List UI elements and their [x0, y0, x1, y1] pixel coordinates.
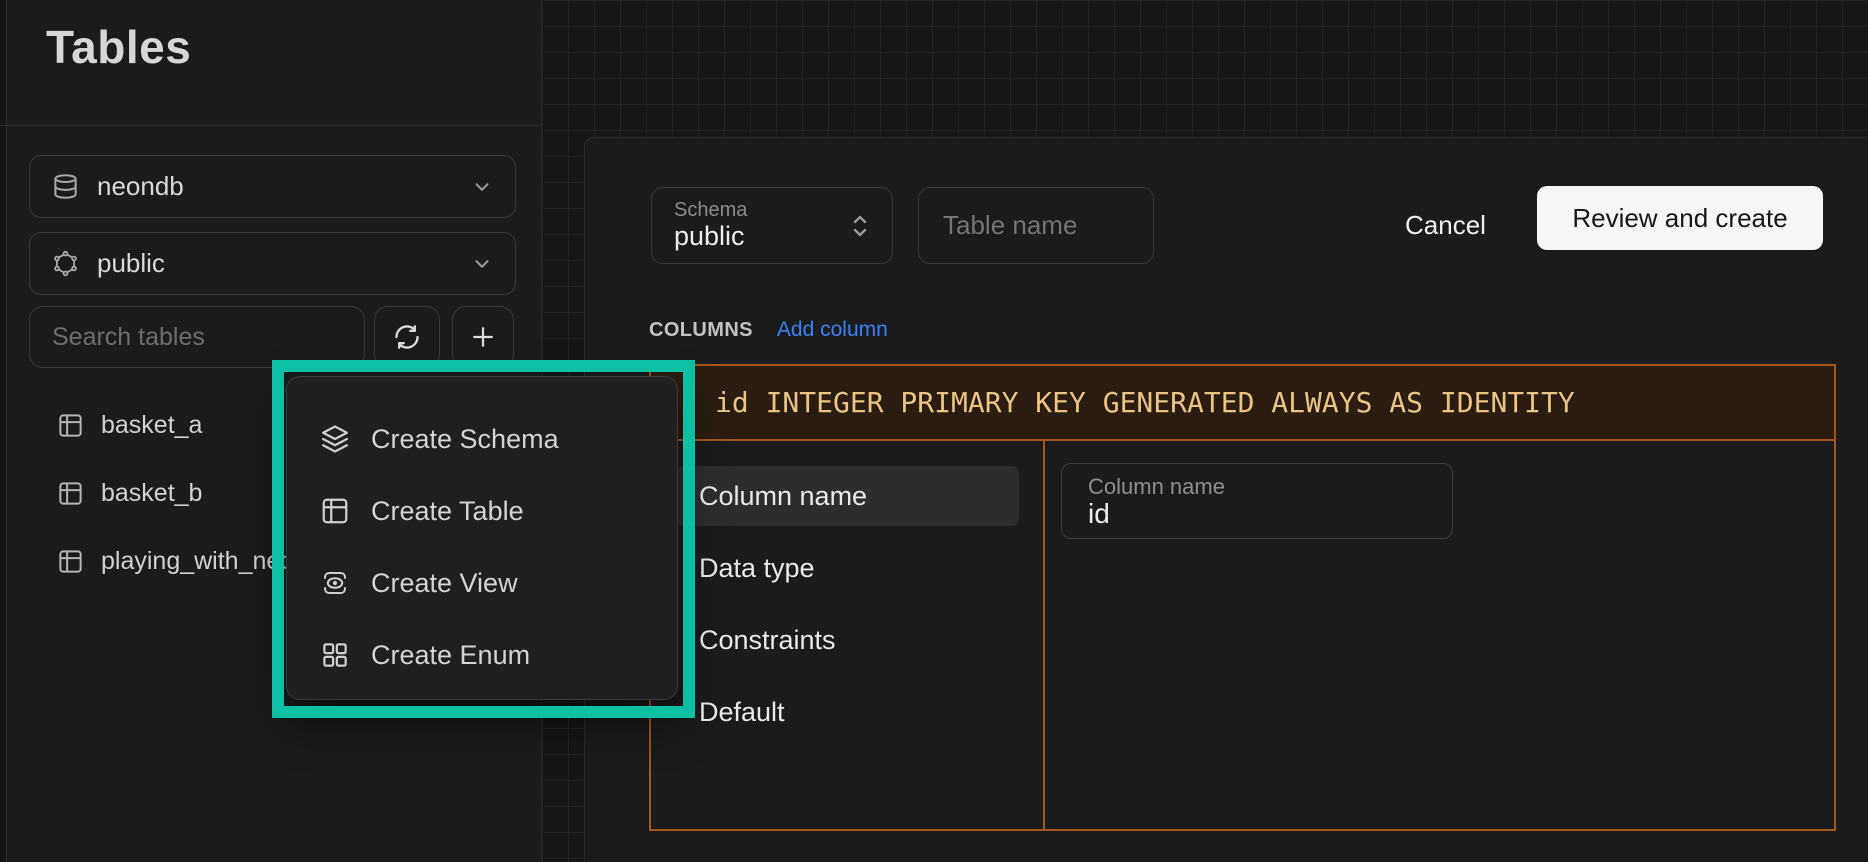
schema-select-value: public [674, 221, 870, 251]
review-and-create-button[interactable]: Review and create [1537, 186, 1823, 250]
database-select[interactable]: neondb [29, 155, 516, 218]
grid-squares-icon [320, 640, 350, 670]
sidebar-divider [0, 125, 541, 126]
schema-icon [52, 250, 79, 277]
column-editor-body: Column name id [1045, 441, 1834, 829]
cancel-button[interactable]: Cancel [1381, 194, 1510, 256]
column-sql-preview-row[interactable]: id INTEGER PRIMARY KEY GENERATED ALWAYS … [651, 366, 1834, 441]
schema-select-label: Schema [674, 199, 870, 221]
menu-item-label: Create Table [371, 496, 524, 527]
nav-item-column-name[interactable]: Column name [675, 466, 1019, 526]
menu-item-create-schema[interactable]: Create Schema [287, 403, 677, 475]
table-icon [57, 548, 84, 575]
create-menu-dropdown: Create Schema Create Table Create View [286, 376, 678, 700]
table-icon [57, 480, 84, 507]
app-window: Schema public Table name Cancel Review a… [0, 0, 1868, 862]
columns-header: COLUMNS Add column [649, 318, 888, 342]
menu-item-label: Create Schema [371, 424, 559, 455]
page-title: Tables [46, 20, 191, 74]
chevron-down-icon [471, 176, 493, 198]
column-name-field-value: id [1088, 499, 1426, 529]
table-row-label: playing_with_neon [101, 547, 308, 576]
view-eye-icon [320, 568, 350, 598]
table-icon [57, 412, 84, 439]
menu-item-create-view[interactable]: Create View [287, 547, 677, 619]
refresh-button[interactable] [374, 306, 440, 368]
layers-icon [320, 424, 350, 454]
column-editor: Column name Data type Constraints Defaul… [651, 441, 1834, 829]
menu-item-label: Create Enum [371, 640, 530, 671]
add-button[interactable] [452, 306, 514, 368]
plus-icon [468, 322, 498, 352]
schema-select-sidebar-value: public [97, 248, 165, 279]
search-tables-input[interactable] [29, 306, 365, 368]
table-icon [320, 496, 350, 526]
nav-item-data-type[interactable]: Data type [675, 538, 1019, 598]
nav-item-default[interactable]: Default [675, 682, 1019, 742]
create-table-panel: Schema public Table name Cancel Review a… [584, 137, 1868, 862]
table-row-label: basket_a [101, 411, 202, 440]
add-column-link[interactable]: Add column [777, 318, 888, 342]
schema-select[interactable]: Schema public [651, 187, 893, 264]
schema-select-sidebar[interactable]: public [29, 232, 516, 295]
refresh-icon [393, 323, 421, 351]
menu-item-label: Create View [371, 568, 518, 599]
table-name-input[interactable]: Table name [918, 187, 1154, 264]
column-definition-card: id INTEGER PRIMARY KEY GENERATED ALWAYS … [649, 364, 1836, 831]
table-name-placeholder: Table name [943, 210, 1077, 241]
chevron-up-down-icon [848, 212, 872, 240]
column-sql-text: id INTEGER PRIMARY KEY GENERATED ALWAYS … [715, 386, 1575, 419]
menu-item-create-enum[interactable]: Create Enum [287, 619, 677, 691]
menu-item-create-table[interactable]: Create Table [287, 475, 677, 547]
columns-section-title: COLUMNS [649, 319, 753, 342]
column-name-field-label: Column name [1088, 475, 1426, 499]
database-select-value: neondb [97, 171, 184, 202]
database-icon [52, 173, 79, 200]
table-row-label: basket_b [101, 479, 202, 508]
column-editor-nav: Column name Data type Constraints Defaul… [651, 441, 1045, 829]
chevron-down-icon [471, 253, 493, 275]
column-name-field[interactable]: Column name id [1061, 463, 1453, 539]
nav-item-constraints[interactable]: Constraints [675, 610, 1019, 670]
